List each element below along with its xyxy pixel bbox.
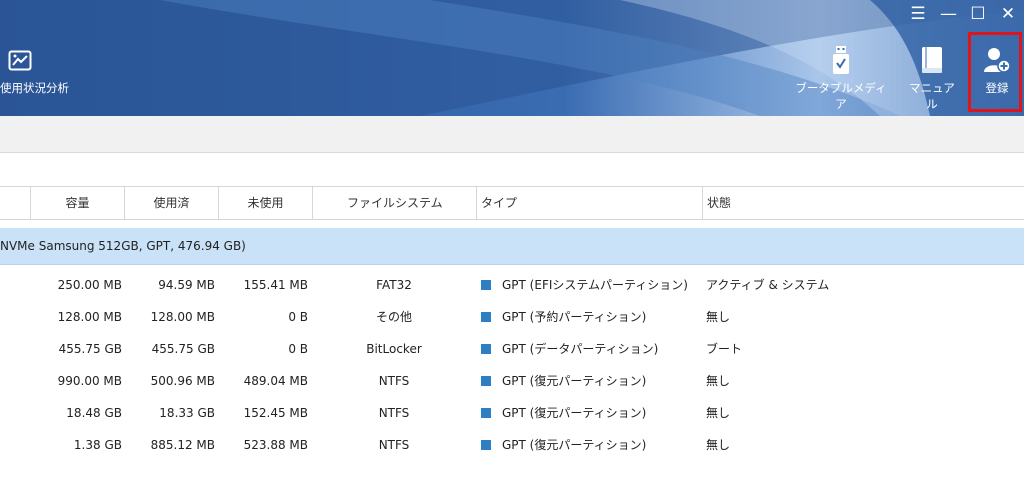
table-row[interactable]: 18.48 GB 18.33 GB 152.45 MB NTFS GPT (復元… — [0, 397, 1024, 429]
type-cell: GPT (復元パーティション) — [502, 374, 647, 388]
type-cell: GPT (データパーティション) — [502, 342, 659, 356]
column-header-unused[interactable]: 未使用 — [218, 187, 312, 219]
type-cell: GPT (復元パーティション) — [502, 406, 647, 420]
capacity-cell: 18.48 GB — [66, 406, 122, 420]
used-cell: 455.75 GB — [151, 342, 215, 356]
table-row[interactable]: 455.75 GB 455.75 GB 0 B BitLocker GPT (デ… — [0, 333, 1024, 365]
usb-drive-icon — [833, 46, 849, 74]
status-cell: 無し — [706, 310, 731, 324]
book-icon — [922, 47, 942, 73]
minimize-icon[interactable]: — — [940, 4, 957, 24]
table-row[interactable]: 1.38 GB 885.12 MB 523.88 MB NTFS GPT (復元… — [0, 429, 1024, 461]
table-header: 容量 使用済 未使用 ファイルシステム タイプ 状態 — [0, 186, 1024, 220]
manual-label: マニュアル — [909, 81, 955, 111]
register-highlight-box — [968, 32, 1022, 112]
table-row[interactable]: 250.00 MB 94.59 MB 155.41 MB FAT32 GPT (… — [0, 269, 1024, 301]
column-header-capacity[interactable]: 容量 — [30, 187, 124, 219]
unused-cell: 523.88 MB — [243, 438, 308, 452]
partition-type-icon — [481, 280, 491, 290]
partition-type-icon — [481, 344, 491, 354]
partition-type-icon — [481, 440, 491, 450]
table-row[interactable]: 990.00 MB 500.96 MB 489.04 MB NTFS GPT (… — [0, 365, 1024, 397]
filesystem-cell: NTFS — [378, 438, 410, 452]
column-header-status[interactable]: 状態 — [702, 187, 1024, 219]
filesystem-cell: その他 — [375, 310, 412, 324]
capacity-cell: 128.00 MB — [57, 310, 122, 324]
bootable-media-label: ブータブルメディア — [795, 81, 887, 111]
used-cell: 885.12 MB — [150, 438, 215, 452]
unused-cell: 0 B — [288, 342, 308, 356]
status-cell: 無し — [706, 438, 731, 452]
partition-table: 容量 使用済 未使用 ファイルシステム タイプ 状態 NVMe Samsung … — [0, 186, 1024, 461]
menu-icon[interactable]: ☰ — [910, 4, 926, 24]
manual-button[interactable]: マニュアル — [904, 46, 960, 112]
disk-label: NVMe Samsung 512GB, GPT, 476.94 GB) — [0, 239, 246, 253]
capacity-cell: 990.00 MB — [57, 374, 122, 388]
status-cell: アクティブ & システム — [706, 278, 830, 292]
filesystem-cell: NTFS — [378, 406, 410, 420]
used-cell: 500.96 MB — [150, 374, 215, 388]
filesystem-cell: BitLocker — [366, 342, 422, 356]
maximize-icon[interactable]: ☐ — [970, 4, 986, 24]
capacity-cell: 1.38 GB — [73, 438, 122, 452]
unused-cell: 152.45 MB — [243, 406, 308, 420]
column-header-used[interactable]: 使用済 — [124, 187, 218, 219]
used-cell: 94.59 MB — [158, 278, 215, 292]
app-header: ☰ — ☐ ✕ 使用状況分析 ブータブルメディア マニュアル 登録 — [0, 0, 1024, 116]
filesystem-cell: FAT32 — [376, 278, 412, 292]
type-cell: GPT (EFIシステムパーティション) — [502, 278, 688, 292]
unused-cell: 155.41 MB — [243, 278, 308, 292]
partition-type-icon — [481, 376, 491, 386]
close-icon[interactable]: ✕ — [1000, 4, 1016, 24]
toolbar-strip — [0, 116, 1024, 153]
partition-type-icon — [481, 312, 491, 322]
used-cell: 18.33 GB — [159, 406, 215, 420]
usage-analysis-label: 使用状況分析 — [0, 81, 69, 95]
column-header-type[interactable]: タイプ — [476, 187, 702, 219]
bootable-media-button[interactable]: ブータブルメディア — [795, 46, 887, 112]
type-cell: GPT (復元パーティション) — [502, 438, 647, 452]
capacity-cell: 455.75 GB — [58, 342, 122, 356]
status-cell: 無し — [706, 406, 731, 420]
status-cell: 無し — [706, 374, 731, 388]
unused-cell: 0 B — [288, 310, 308, 324]
capacity-cell: 250.00 MB — [57, 278, 122, 292]
window-controls: ☰ — ☐ ✕ — [910, 4, 1016, 24]
column-header-filesystem[interactable]: ファイルシステム — [312, 187, 476, 219]
table-row[interactable]: 128.00 MB 128.00 MB 0 B その他 GPT (予約パーティシ… — [0, 301, 1024, 333]
image-chart-icon — [8, 50, 32, 71]
type-cell: GPT (予約パーティション) — [502, 310, 647, 324]
usage-analysis-button[interactable]: 使用状況分析 — [0, 50, 69, 96]
partition-type-icon — [481, 408, 491, 418]
used-cell: 128.00 MB — [150, 310, 215, 324]
unused-cell: 489.04 MB — [243, 374, 308, 388]
filesystem-cell: NTFS — [378, 374, 410, 388]
disk-row[interactable]: NVMe Samsung 512GB, GPT, 476.94 GB) — [0, 228, 1024, 265]
status-cell: ブート — [706, 342, 743, 356]
